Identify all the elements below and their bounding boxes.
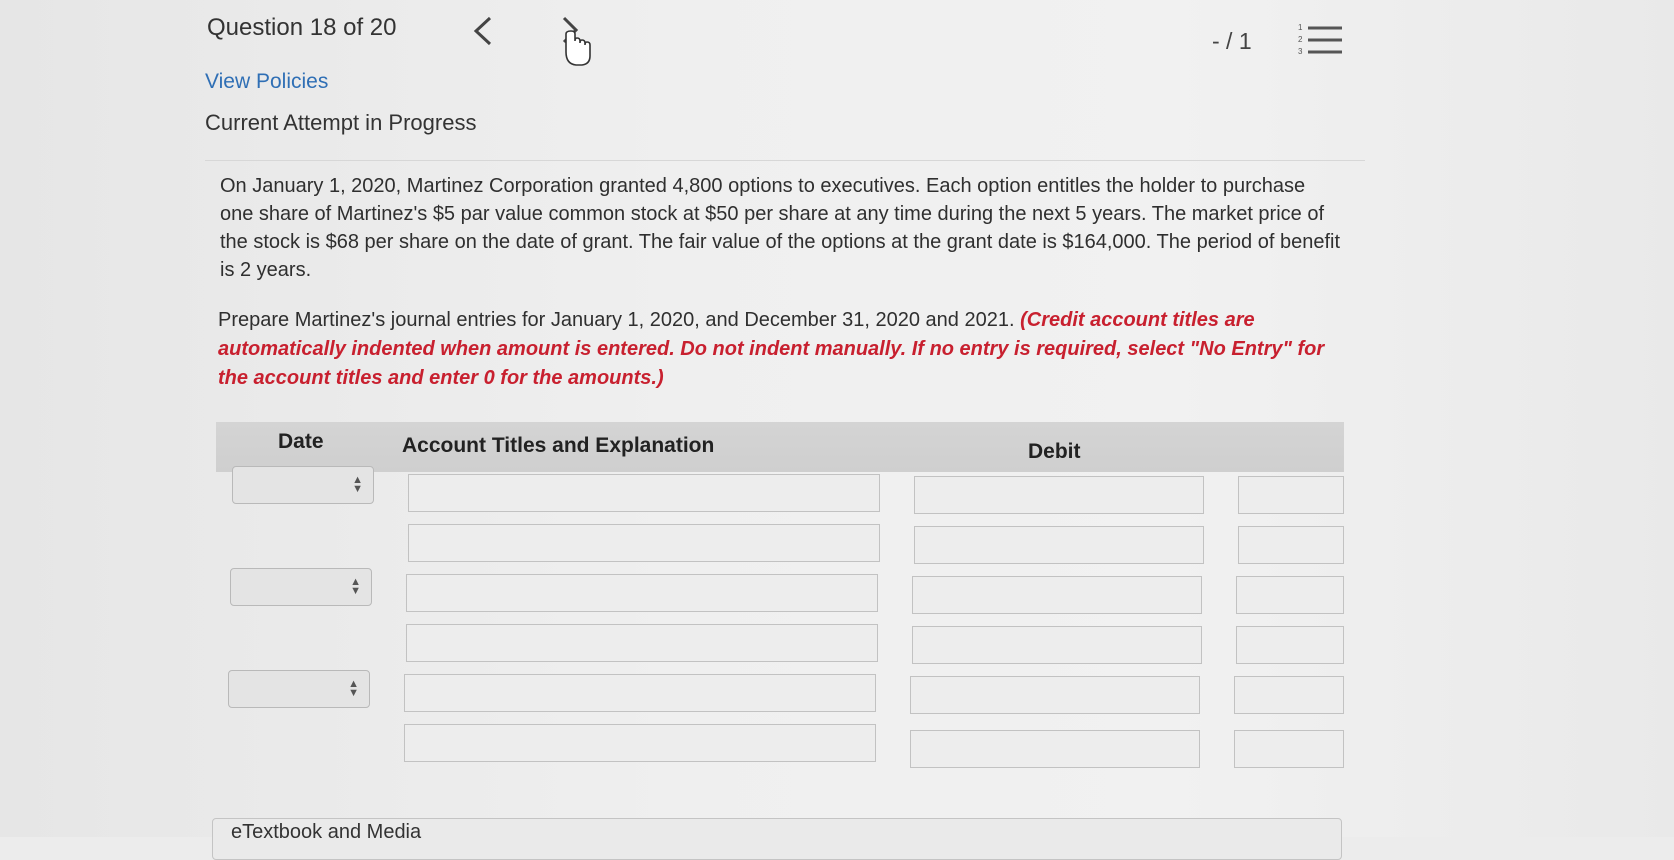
date-select-1[interactable]: ▲ ▼	[232, 466, 374, 504]
divider	[205, 160, 1365, 161]
debit-input-5[interactable]	[910, 676, 1200, 714]
previous-question-button[interactable]	[468, 14, 498, 48]
date-select-3[interactable]: ▲ ▼	[228, 670, 370, 708]
select-arrows-icon: ▲ ▼	[350, 576, 361, 597]
svg-text:2: 2	[1298, 35, 1303, 44]
debit-input-1[interactable]	[914, 476, 1204, 514]
svg-text:3: 3	[1298, 47, 1303, 56]
debit-input-4[interactable]	[912, 626, 1202, 664]
account-input-4[interactable]	[406, 624, 878, 662]
account-input-3[interactable]	[406, 574, 878, 612]
credit-input-4[interactable]	[1236, 626, 1344, 664]
chevron-right-icon	[562, 16, 591, 66]
account-column-header: Account Titles and Explanation	[402, 434, 715, 457]
date-select-2[interactable]: ▲ ▼	[230, 568, 372, 606]
journal-table-header: Date Account Titles and Explanation Debi…	[216, 422, 1344, 472]
problem-text: On January 1, 2020, Martinez Corporation…	[220, 175, 1341, 281]
account-input-5[interactable]	[404, 674, 876, 712]
instructions-lead: Prepare Martinez's journal entries for J…	[218, 309, 1015, 331]
credit-input-2[interactable]	[1238, 526, 1344, 564]
hand-pointer-icon	[565, 30, 591, 66]
credit-input-3[interactable]	[1236, 576, 1344, 614]
select-arrows-icon: ▲ ▼	[348, 678, 359, 699]
debit-input-6[interactable]	[910, 730, 1200, 768]
debit-input-3[interactable]	[912, 576, 1202, 614]
view-policies-link[interactable]: View Policies	[205, 70, 328, 94]
attempt-status: Current Attempt in Progress	[205, 110, 477, 135]
etextbook-label: eTextbook and Media	[231, 821, 422, 843]
score-display: - / 1	[1212, 28, 1252, 54]
instructions: Prepare Martinez's journal entries for J…	[218, 306, 1348, 393]
question-counter: Question 18 of 20	[207, 14, 397, 41]
debit-column-header: Debit	[1028, 440, 1081, 463]
debit-input-2[interactable]	[914, 526, 1204, 564]
etextbook-media-panel[interactable]: eTextbook and Media	[212, 818, 1342, 860]
svg-text:1: 1	[1298, 23, 1303, 32]
numbered-list-icon: 1 2 3	[1298, 23, 1342, 56]
credit-input-5[interactable]	[1234, 676, 1344, 714]
credit-input-6[interactable]	[1234, 730, 1344, 768]
question-list-button[interactable]: 1 2 3	[1296, 20, 1346, 60]
next-question-button[interactable]	[552, 12, 594, 72]
page: Question 18 of 20 - / 1 1 2 3 View Polic…	[0, 0, 1674, 860]
date-column-header: Date	[278, 430, 324, 453]
credit-input-1[interactable]	[1238, 476, 1344, 514]
account-input-6[interactable]	[404, 724, 876, 762]
select-arrows-icon: ▲ ▼	[352, 474, 363, 495]
account-input-1[interactable]	[408, 474, 880, 512]
chevron-left-icon	[473, 16, 492, 46]
account-input-2[interactable]	[408, 524, 880, 562]
